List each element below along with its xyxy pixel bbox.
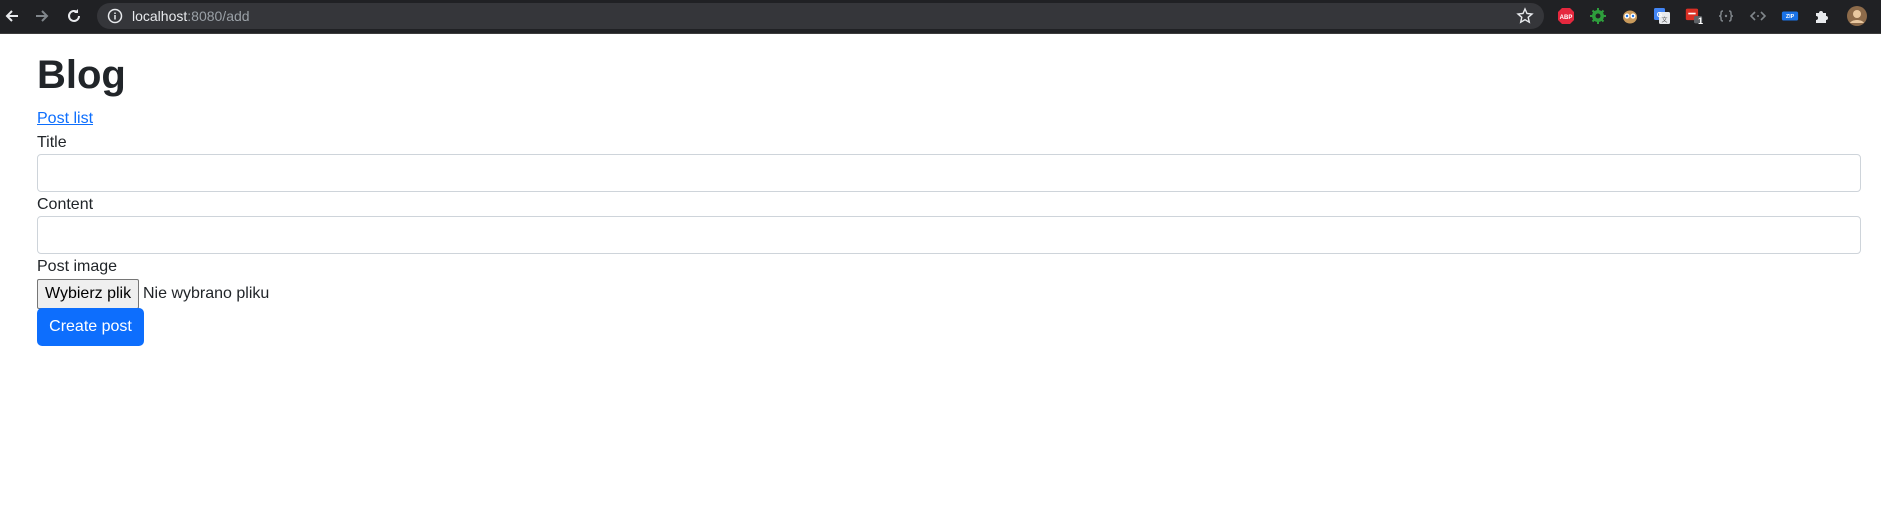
file-status-text: Nie wybrano pliku [143,285,270,302]
green-gear-extension-icon[interactable] [1589,7,1607,25]
json-extension-icon[interactable] [1717,7,1735,25]
adblock-plus-icon[interactable]: ABP [1557,7,1575,25]
post-list-link[interactable]: Post list [37,107,93,131]
create-post-button[interactable]: Create post [37,308,144,346]
svg-text:ZIP: ZIP [1786,14,1795,20]
title-label: Title [37,134,67,151]
profile-avatar-icon[interactable] [1846,5,1868,27]
page-title: Blog [37,53,126,97]
browser-toolbar: localhost:8080/add ABP G文 1 ZIP [0,0,1881,34]
address-bar[interactable]: localhost:8080/add [97,3,1544,29]
forward-arrow-icon[interactable] [30,4,54,28]
bookmark-star-icon[interactable] [1516,7,1534,25]
info-icon[interactable] [107,8,123,24]
url-text[interactable]: localhost:8080/add [132,8,250,24]
title-input[interactable] [37,154,1861,192]
content-label: Content [37,196,94,213]
code-extension-icon[interactable] [1749,7,1767,25]
extension-badge: 1 [1698,16,1704,26]
red-extension-icon[interactable]: 1 [1685,7,1704,26]
url-host: localhost [132,8,188,24]
puzzle-icon[interactable] [1813,7,1831,25]
svg-text:文: 文 [1661,16,1667,24]
google-translate-icon[interactable]: G文 [1653,7,1671,25]
back-arrow-icon[interactable] [0,4,24,28]
zip-extension-icon[interactable]: ZIP [1781,7,1799,25]
content-input[interactable] [37,216,1861,254]
url-path: :8080/add [187,8,250,24]
reload-icon[interactable] [62,4,86,28]
svg-text:ABP: ABP [1560,15,1573,21]
post-image-label: Post image [37,258,118,275]
choose-file-button[interactable]: Wybierz plik [37,279,140,309]
owl-extension-icon[interactable] [1621,7,1639,25]
